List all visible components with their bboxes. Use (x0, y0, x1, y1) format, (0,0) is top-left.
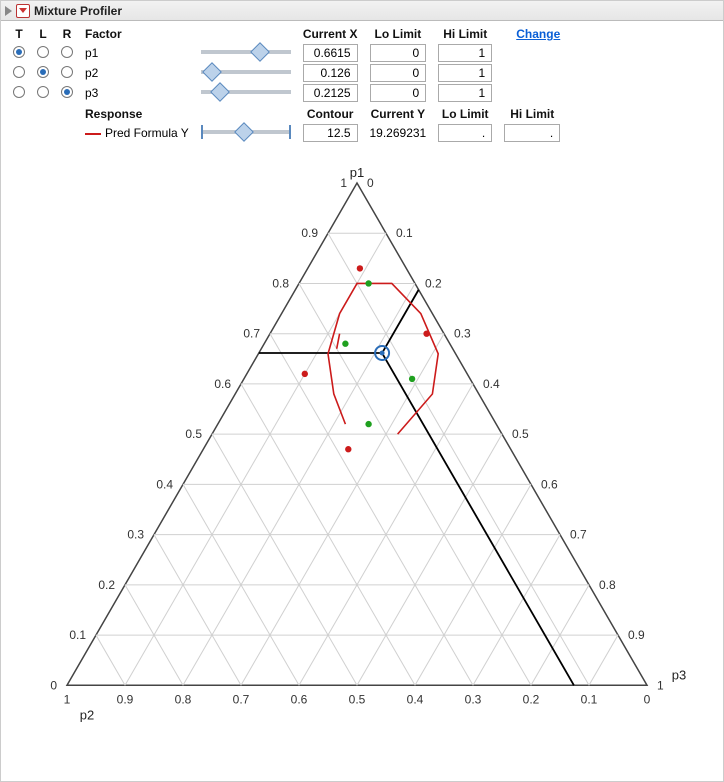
slider[interactable] (201, 86, 291, 98)
data-point (365, 421, 371, 427)
change-link[interactable]: Change (504, 27, 560, 41)
lo-input-p3[interactable]: 0 (370, 84, 427, 102)
svg-text:0.1: 0.1 (581, 692, 598, 706)
radio-T-p1[interactable] (13, 46, 25, 58)
svg-text:0.9: 0.9 (628, 628, 645, 642)
svg-text:0.5: 0.5 (349, 692, 366, 706)
svg-text:0.3: 0.3 (465, 692, 482, 706)
radio-L-p2[interactable] (37, 66, 49, 78)
response-color-swatch (85, 133, 101, 135)
radio-R-p2[interactable] (61, 66, 73, 78)
svg-text:0.2: 0.2 (523, 692, 540, 706)
currentX-input-p1[interactable]: 0.6615 (303, 44, 358, 62)
lo-input-p1[interactable]: 0 (370, 44, 427, 62)
svg-text:0.2: 0.2 (425, 276, 442, 290)
collapse-toggle-icon[interactable] (5, 6, 12, 16)
currentX-input-p3[interactable]: 0.2125 (303, 84, 358, 102)
radio-L-p3[interactable] (37, 86, 49, 98)
ternary-plot[interactable]: 1 0.9 0.8 0.7 0.6 0.5 0.4 0.3 0.2 0.1 0 0 0.1 0.2 0.3 0… (5, 143, 721, 773)
lo-input-p2[interactable]: 0 (370, 64, 427, 82)
svg-text:0.4: 0.4 (483, 377, 500, 391)
svg-text:p1: p1 (350, 165, 364, 180)
svg-text:0.8: 0.8 (272, 276, 289, 290)
svg-text:0: 0 (50, 678, 57, 692)
svg-text:1: 1 (657, 678, 664, 692)
svg-text:0.7: 0.7 (233, 692, 250, 706)
svg-text:0.1: 0.1 (69, 628, 86, 642)
svg-text:0.7: 0.7 (570, 528, 587, 542)
factor-row: p3 0.2125 01 (7, 83, 566, 103)
header-currentY: Current Y (364, 103, 433, 123)
header-T: T (7, 27, 31, 43)
header-R: R (55, 27, 79, 43)
svg-text:0.4: 0.4 (407, 692, 424, 706)
svg-text:p2: p2 (80, 707, 94, 722)
svg-text:0.6: 0.6 (214, 377, 231, 391)
header-contour: Contour (297, 103, 364, 123)
svg-text:0.7: 0.7 (243, 327, 260, 341)
radio-T-p3[interactable] (13, 86, 25, 98)
data-point (409, 376, 415, 382)
factor-name: p2 (79, 63, 195, 83)
data-point (357, 265, 363, 271)
svg-text:1: 1 (340, 176, 347, 190)
svg-text:0.2: 0.2 (98, 578, 115, 592)
slider[interactable] (201, 46, 291, 58)
hi-input-p2[interactable]: 1 (438, 64, 492, 82)
header-currentX: Current X (297, 27, 364, 43)
factor-name: p1 (79, 43, 195, 63)
svg-text:0.9: 0.9 (301, 226, 318, 240)
svg-text:0: 0 (367, 176, 374, 190)
factors-table: T L R Factor Current X Lo Limit Hi Limit… (7, 27, 566, 143)
data-point (345, 446, 351, 452)
svg-text:0.3: 0.3 (454, 327, 471, 341)
currentX-input-p2[interactable]: 0.126 (303, 64, 358, 82)
factor-name: p3 (79, 83, 195, 103)
svg-text:0.8: 0.8 (175, 692, 192, 706)
header-hiLimit2: Hi Limit (498, 103, 566, 123)
header-loLimit: Lo Limit (364, 27, 433, 43)
response-hi-input[interactable]: . (504, 124, 560, 142)
response-lo-input[interactable]: . (438, 124, 492, 142)
header-factor: Factor (79, 27, 195, 43)
currentY-value: 19.269231 (364, 123, 433, 143)
svg-text:1: 1 (64, 692, 71, 706)
header-response: Response (79, 103, 195, 123)
radio-T-p2[interactable] (13, 66, 25, 78)
panel-title: Mixture Profiler (34, 4, 122, 18)
hi-input-p1[interactable]: 1 (438, 44, 492, 62)
svg-text:0.6: 0.6 (541, 477, 558, 491)
svg-text:0.4: 0.4 (156, 477, 173, 491)
slider[interactable] (201, 66, 291, 78)
menu-dropdown-icon[interactable] (16, 4, 30, 18)
svg-text:0.9: 0.9 (117, 692, 134, 706)
radio-R-p3[interactable] (61, 86, 73, 98)
radio-R-p1[interactable] (61, 46, 73, 58)
svg-text:0: 0 (644, 692, 651, 706)
svg-text:0.6: 0.6 (291, 692, 308, 706)
svg-text:0.3: 0.3 (127, 528, 144, 542)
factor-row: p1 0.6615 01 (7, 43, 566, 63)
contour-input[interactable]: 12.5 (303, 124, 358, 142)
slider[interactable] (201, 126, 291, 138)
header-loLimit2: Lo Limit (432, 103, 498, 123)
hi-input-p3[interactable]: 1 (438, 84, 492, 102)
data-point (365, 280, 371, 286)
svg-text:0.5: 0.5 (512, 427, 529, 441)
data-point (423, 330, 429, 336)
radio-L-p1[interactable] (37, 46, 49, 58)
current-point-marker-dot (380, 351, 385, 356)
svg-text:0.5: 0.5 (185, 427, 202, 441)
header-L: L (31, 27, 55, 43)
response-name: Pred Formula Y (105, 126, 189, 140)
data-point (302, 371, 308, 377)
factor-row: p2 0.126 01 (7, 63, 566, 83)
data-point (342, 341, 348, 347)
svg-text:0.1: 0.1 (396, 226, 413, 240)
header-hiLimit: Hi Limit (432, 27, 498, 43)
svg-text:0.8: 0.8 (599, 578, 616, 592)
svg-text:p3: p3 (672, 667, 686, 682)
